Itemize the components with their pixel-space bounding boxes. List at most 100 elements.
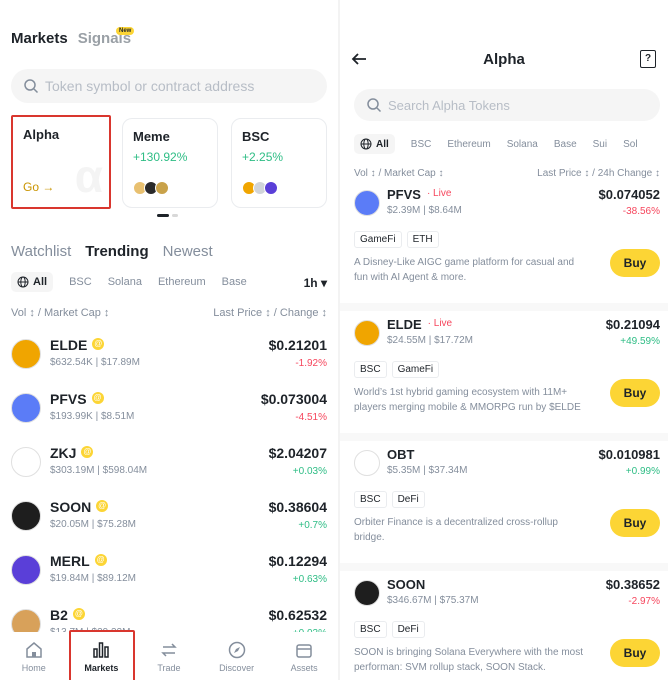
token-tag: GameFi <box>354 231 402 248</box>
nav-home[interactable]: Home <box>4 632 64 680</box>
sort-price-change[interactable]: Last Price ↕ / 24h Change ↕ <box>537 168 660 179</box>
nav-discover[interactable]: Discover <box>207 632 267 680</box>
chain-filter: All BSC Ethereum Solana Base Sui Sol <box>354 134 668 154</box>
new-badge: New <box>116 27 135 35</box>
bar-chart-icon <box>93 642 110 658</box>
token-change: -1.92% <box>295 358 327 369</box>
alpha-token-card[interactable]: SOON $346.67M | $75.37M $0.38652 -2.97% BSC D… <box>354 577 660 680</box>
token-description: World’s 1st hybrid gaming ecosystem with… <box>354 387 581 413</box>
globe-icon <box>17 276 29 288</box>
token-tag: BSC <box>354 361 387 378</box>
alpha-watermark-icon: α <box>74 150 103 202</box>
token-logo-icon <box>354 450 380 476</box>
chip-base[interactable]: Base <box>222 276 247 288</box>
bsc-coin-icons <box>242 181 278 195</box>
meme-card[interactable]: Meme +130.92% <box>122 118 218 208</box>
token-tag: DeFi <box>391 491 425 508</box>
list-tabs: Watchlist Trending Newest <box>11 243 213 260</box>
meme-coin-icons <box>133 181 169 195</box>
tab-watchlist[interactable]: Watchlist <box>11 243 71 260</box>
buy-button[interactable]: Buy <box>610 379 660 407</box>
token-price: $0.074052 <box>598 187 660 202</box>
buy-button[interactable]: Buy <box>610 639 660 667</box>
token-market-cap: $8.64M <box>428 205 462 216</box>
help-icon[interactable]: ? <box>640 50 656 68</box>
token-volume: $2.39M <box>387 205 421 216</box>
nav-markets[interactable]: Markets <box>69 630 136 680</box>
alpha-go-link[interactable]: Go → <box>23 180 54 194</box>
token-row[interactable]: ELDE @ $632.54K | $17.89M $0.21201 -1.92% <box>11 337 327 385</box>
nav-markets-label: Markets <box>84 663 119 673</box>
token-symbol: ELDE <box>387 317 422 332</box>
token-tag: DeFi <box>391 621 425 638</box>
sort-vol-mcap[interactable]: Vol ↕ / Market Cap ↕ <box>11 307 109 319</box>
bsc-card-change: +2.25% <box>242 150 284 164</box>
token-price: $0.62532 <box>268 607 327 623</box>
token-vol-mcap: $632.54K | $17.89M <box>50 357 140 368</box>
token-logo-icon <box>354 190 380 216</box>
token-tag: BSC <box>354 491 387 508</box>
token-tag: BSC <box>354 621 387 638</box>
sort-price-change[interactable]: Last Price ↕ / Change ↕ <box>213 307 327 319</box>
chip-solana[interactable]: Solana <box>507 139 538 150</box>
chip-ethereum[interactable]: Ethereum <box>447 139 490 150</box>
bsc-card[interactable]: BSC +2.25% <box>231 118 327 208</box>
buy-button[interactable]: Buy <box>610 509 660 537</box>
token-symbol: SOON <box>50 499 92 515</box>
chip-solana[interactable]: Solana <box>108 276 142 288</box>
nav-assets[interactable]: Assets <box>274 632 334 680</box>
token-row[interactable]: ZKJ @ $303.19M | $598.04M $2.04207 +0.03% <box>11 445 327 493</box>
nav-trade-label: Trade <box>157 663 181 673</box>
token-volume: $5.35M <box>387 465 421 476</box>
token-change: -4.51% <box>295 412 327 423</box>
coin-icon <box>155 181 169 195</box>
alpha-token-card[interactable]: OBT $5.35M | $37.34M $0.010981 +0.99% BSC DeF… <box>354 447 660 567</box>
chip-sui[interactable]: Sui <box>593 139 607 150</box>
alpha-header: Alpha ? <box>340 48 668 72</box>
globe-icon <box>360 138 372 150</box>
token-market-cap: $17.72M <box>434 335 473 346</box>
alpha-token-card[interactable]: PFVS · Live $2.39M | $8.64M $0.074052 -38.56… <box>354 187 660 307</box>
chip-base[interactable]: Base <box>554 139 577 150</box>
token-row[interactable]: MERL @ $19.84M | $89.12M $0.12294 +0.63% <box>11 553 327 601</box>
token-search-input[interactable]: Token symbol or contract address <box>11 69 327 103</box>
token-vol-mcap: $346.67M | $75.37M <box>387 595 479 606</box>
tab-trending[interactable]: Trending <box>85 243 148 260</box>
search-icon <box>24 79 39 94</box>
token-price: $0.38652 <box>605 577 660 592</box>
nav-trade[interactable]: Trade <box>139 632 199 680</box>
token-market-cap: $8.51M <box>100 411 135 422</box>
alpha-token-card[interactable]: ELDE · Live $24.55M | $17.72M $0.21094 +49.5… <box>354 317 660 437</box>
alpha-card[interactable]: Alpha α Go → <box>11 115 111 209</box>
token-symbol: B2 <box>50 607 68 623</box>
timeframe-select[interactable]: 1h ▾ <box>304 276 327 290</box>
tab-newest[interactable]: Newest <box>163 243 213 260</box>
chip-sol[interactable]: Sol <box>623 139 637 150</box>
buy-button[interactable]: Buy <box>610 249 660 277</box>
token-volume: $24.55M <box>387 335 426 346</box>
nav-discover-label: Discover <box>219 663 255 673</box>
token-row[interactable]: PFVS @ $193.99K | $8.51M $0.073004 -4.51% <box>11 391 327 439</box>
chip-bsc[interactable]: BSC <box>411 139 432 150</box>
alpha-badge-icon: @ <box>72 608 85 620</box>
markets-panel: Markets Signals New Token symbol or cont… <box>0 0 338 680</box>
token-tags: BSC DeFi <box>354 621 425 638</box>
token-logo-icon <box>11 393 41 423</box>
token-tag: GameFi <box>391 361 440 378</box>
token-volume: $632.54K <box>50 357 93 368</box>
tab-markets[interactable]: Markets <box>11 30 68 47</box>
alpha-search-input[interactable]: Search Alpha Tokens <box>354 89 660 121</box>
chip-bsc[interactable]: BSC <box>69 276 92 288</box>
chip-all[interactable]: All <box>354 134 395 154</box>
alpha-badge-icon: @ <box>92 338 105 350</box>
list-column-header: Vol ↕ / Market Cap ↕ Last Price ↕ / 24h … <box>354 168 660 179</box>
token-vol-mcap: $2.39M | $8.64M <box>387 205 462 216</box>
chip-ethereum[interactable]: Ethereum <box>158 276 206 288</box>
token-logo-icon <box>11 501 41 531</box>
token-row[interactable]: SOON @ $20.05M | $75.28M $0.38604 +0.7% <box>11 499 327 547</box>
token-vol-mcap: $24.55M | $17.72M <box>387 335 473 346</box>
sort-vol-mcap[interactable]: Vol ↕ / Market Cap ↕ <box>354 168 443 179</box>
token-symbol: OBT <box>387 447 415 462</box>
card-separator <box>340 303 668 311</box>
chip-all[interactable]: All <box>11 272 54 292</box>
